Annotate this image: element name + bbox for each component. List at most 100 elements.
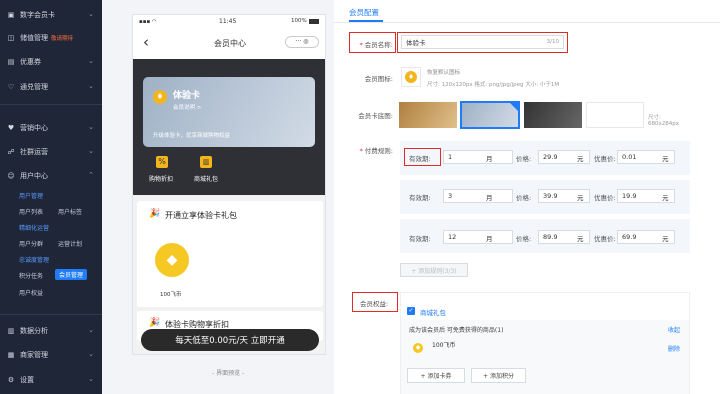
diamond-icon: ♦: [405, 71, 417, 83]
icon-label: 会员图标:: [364, 75, 393, 83]
tab-member-config[interactable]: 会员配置: [349, 7, 379, 18]
discount-label: 优惠价:: [594, 194, 616, 202]
discount-input[interactable]: 69.9 元: [617, 230, 675, 244]
chart-icon: ▥: [7, 327, 15, 335]
gear-icon: ⚙: [7, 376, 15, 384]
subnav-loyalty-mgmt[interactable]: 忠诚度管理: [19, 255, 49, 264]
store-icon: ▦: [7, 351, 15, 359]
miniapp-capsule-icon[interactable]: ··· ◎: [285, 36, 319, 48]
user-icon: ☺: [7, 172, 15, 180]
open-now-button[interactable]: 每天低至0.00元/天 立即开通: [141, 329, 319, 351]
validity-label: 有效期:: [409, 235, 431, 243]
bg-option-gold[interactable]: [399, 102, 457, 128]
battery-text: 100%: [291, 18, 307, 24]
heart-icon: ♡: [7, 83, 15, 91]
bg-option-upload[interactable]: [586, 102, 644, 128]
sidebar-item-settings[interactable]: ⚙ 设置 ⌄: [0, 370, 102, 390]
collapse-link[interactable]: 收起: [668, 325, 680, 334]
member-card-preview: ♦ 体验卡 会员说明 > 升级体验卡，优享商城购物权益: [143, 77, 315, 147]
gift-item-label: 100飞币: [432, 342, 456, 349]
tab-divider: [334, 22, 720, 23]
name-input[interactable]: 体验卡 3/10: [401, 35, 564, 49]
card-upgrade-text: 升级体验卡，优享商城购物权益: [153, 133, 231, 139]
gift-icon: ▥: [200, 156, 212, 168]
gift-section: 🎉 开通立享体验卡礼包 ◆ 100飞币: [137, 201, 323, 307]
rights-desc: 成为该会员后 可免费获得的商品(1): [409, 327, 504, 334]
sidebar-item-exchange[interactable]: ♡ 通兑管理 ⌄: [0, 77, 102, 97]
bg-size-label: 尺寸:: [648, 115, 661, 121]
chevron-down-icon: ⌄: [88, 10, 94, 18]
sidebar-item-stored-value[interactable]: ◫ 储值管理 敬请期待: [0, 28, 102, 48]
sidebar-item-label: 储值管理: [20, 34, 48, 42]
subnav-refined-ops[interactable]: 精细化运营: [19, 223, 49, 232]
chevron-down-icon: ⌄: [88, 57, 94, 65]
member-icon-upload[interactable]: ♦: [401, 67, 421, 87]
card-desc-link[interactable]: 会员说明 >: [173, 103, 201, 111]
sidebar-item-label: 社群运营: [20, 148, 48, 156]
phone-header: ‹ 会员中心 ··· ◎: [133, 33, 325, 57]
rights-item-label: 商城礼包: [420, 309, 446, 317]
subnav-segmentation[interactable]: 用户分群: [19, 239, 43, 248]
status-time: 11:45: [219, 18, 237, 25]
party-icon: 🎉: [149, 209, 161, 219]
sidebar-item-marketing[interactable]: ♥ 营销中心 ⌄: [0, 118, 102, 138]
name-value: 体验卡: [406, 39, 426, 47]
sidebar-divider: [0, 104, 102, 105]
wallet-icon: ◫: [7, 34, 15, 42]
sidebar-item-coupons[interactable]: ▤ 优惠券 ⌄: [0, 52, 102, 72]
chevron-down-icon: ⌄: [88, 123, 94, 131]
community-icon: ☍: [7, 148, 15, 156]
name-count: 3/10: [546, 39, 559, 45]
validity-label: 有效期:: [409, 155, 431, 163]
price-label: 价格:: [516, 155, 532, 163]
sidebar-item-label: 设置: [20, 376, 34, 384]
chevron-down-icon: ⌄: [88, 82, 94, 90]
sidebar-item-user-center[interactable]: ☺ 用户中心 ⌃: [0, 166, 102, 186]
sidebar-item-label: 商家管理: [20, 351, 48, 359]
delete-link[interactable]: 删除: [668, 344, 680, 353]
subnav-ops-plan[interactable]: 运营计划: [58, 239, 82, 248]
sidebar-item-label: 营销中心: [20, 124, 48, 132]
add-points-button[interactable]: + 添加积分: [471, 368, 526, 383]
sidebar-item-member-card[interactable]: ▣ 数字会员卡 ⌄: [0, 5, 102, 25]
months-input[interactable]: 3月: [443, 189, 513, 203]
marketing-icon: ♥: [7, 124, 15, 132]
subnav-user-tags[interactable]: 用户标签: [58, 207, 82, 216]
discount-input[interactable]: 0.01 元: [617, 150, 675, 164]
subnav-member-mgmt[interactable]: 会员管理: [55, 269, 88, 280]
months-input[interactable]: 12 月: [443, 230, 513, 244]
add-coupon-button[interactable]: + 添加卡券: [407, 368, 465, 383]
sidebar-item-label: 数字会员卡: [20, 11, 55, 19]
phone-preview: ▪▪▪ ◠ 11:45 100% ‹ 会员中心 ··· ◎ ♦ 体验卡 会员说明…: [132, 14, 326, 355]
subnav-user-list[interactable]: 用户列表: [19, 207, 43, 216]
benefit-label: 购物折扣: [149, 176, 174, 183]
bg-option-silver-selected[interactable]: [460, 101, 520, 129]
diamond-icon: ♦: [153, 90, 167, 104]
sidebar-item-label: 用户中心: [20, 172, 48, 180]
price-input[interactable]: 29.9 元: [538, 150, 590, 164]
price-input[interactable]: 39.9 元: [538, 189, 590, 203]
status-bar: ▪▪▪ ◠ 11:45 100%: [133, 15, 325, 28]
price-label: 价格:: [516, 194, 532, 202]
sidebar-item-community[interactable]: ☍ 社群运营 ⌄: [0, 142, 102, 162]
subnav-user-rights[interactable]: 用户权益: [19, 288, 43, 297]
card-icon: ▣: [7, 11, 15, 19]
restore-default-icon-link[interactable]: 恢复默认图标: [427, 68, 460, 76]
preview-label: - 界面预览 -: [212, 370, 245, 377]
benefit-label: 商城礼包: [194, 176, 219, 183]
sidebar-item-merchant[interactable]: ▦ 商家管理 ⌄: [0, 345, 102, 365]
months-input[interactable]: 1月: [443, 150, 513, 164]
add-rule-button[interactable]: + 添加规则(3/3): [400, 263, 468, 277]
subnav-points-task[interactable]: 积分任务: [19, 271, 43, 280]
bg-size-value: 680x284px: [648, 121, 679, 127]
chevron-down-icon: ⌄: [88, 350, 94, 358]
checkbox-checked-icon[interactable]: ✓: [407, 307, 415, 315]
sidebar-item-analytics[interactable]: ▥ 数据分析 ⌄: [0, 321, 102, 341]
validity-label: 有效期:: [409, 194, 431, 202]
discount-input[interactable]: 19.9 元: [617, 189, 675, 203]
subnav-user-mgmt[interactable]: 用户管理: [19, 191, 43, 200]
price-input[interactable]: 89.9 元: [538, 230, 590, 244]
card-hero: ♦ 体验卡 会员说明 > 升级体验卡，优享商城购物权益 % 购物折扣 ▥ 商城礼…: [133, 59, 325, 195]
bg-option-black[interactable]: [524, 102, 582, 128]
card-name: 体验卡: [173, 91, 201, 101]
